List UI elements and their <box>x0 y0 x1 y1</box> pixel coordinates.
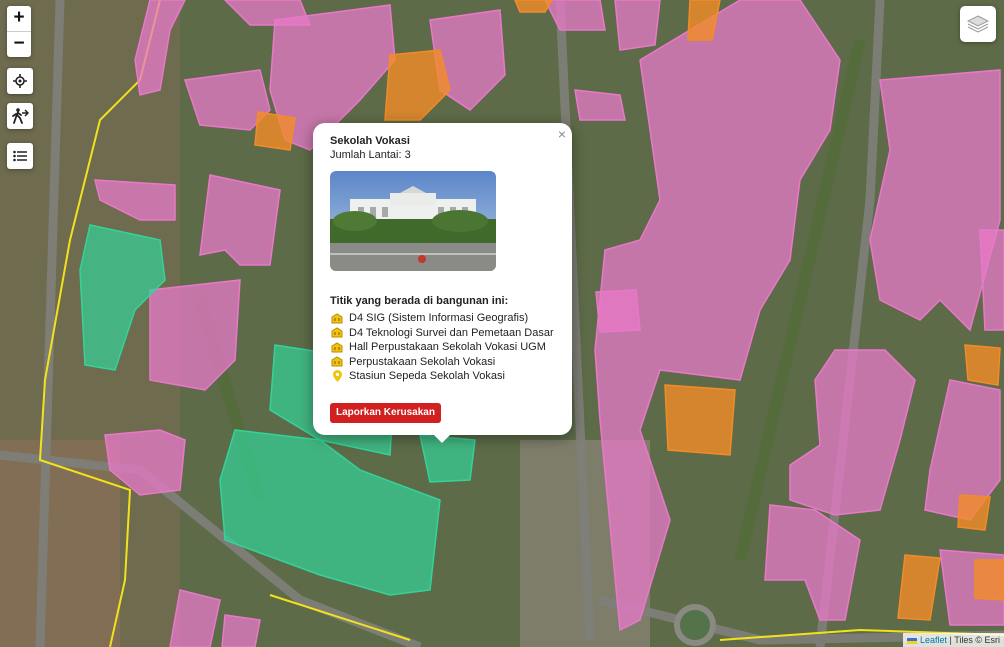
building-icon <box>330 342 344 353</box>
building-polygon[interactable] <box>221 614 261 647</box>
other-building-polygon[interactable] <box>974 559 1004 601</box>
building-polygon[interactable] <box>595 289 641 333</box>
other-building-polygon[interactable] <box>957 494 991 531</box>
point-label: Perpustakaan Sekolah Vokasi <box>349 355 496 368</box>
list-icon <box>13 150 27 162</box>
tiles-credit: | Tiles © Esri <box>949 635 1000 645</box>
other-building-polygon[interactable] <box>964 344 1001 386</box>
popup-title: Sekolah Vokasi <box>330 135 410 147</box>
building-polygon[interactable] <box>574 89 626 121</box>
points-heading: Titik yang berada di bangunan ini: <box>330 295 509 307</box>
locate-button[interactable] <box>7 68 33 94</box>
legend-button[interactable] <box>7 143 33 169</box>
pin-icon <box>330 370 344 383</box>
list-item[interactable]: Stasiun Sepeda Sekolah Vokasi <box>330 369 554 384</box>
other-building-polygon[interactable] <box>254 111 296 151</box>
walking-icon <box>12 108 29 124</box>
zoom-out-button[interactable]: − <box>7 31 31 57</box>
residential-area <box>0 440 120 647</box>
popup-close-button[interactable]: × <box>558 126 566 142</box>
list-item[interactable]: D4 Teknologi Survei dan Pemetaan Dasar <box>330 326 554 341</box>
popup-tip <box>432 433 452 443</box>
building-popup: × Sekolah Vokasi Jumlah Lantai: 3 Titik … <box>313 123 572 435</box>
flag-icon <box>907 637 918 644</box>
zoom-control: + − <box>7 6 31 57</box>
other-building-polygon[interactable] <box>514 0 553 13</box>
zoom-in-button[interactable]: + <box>7 6 31 31</box>
route-button[interactable] <box>7 103 33 129</box>
point-label: D4 SIG (Sistem Informasi Geografis) <box>349 312 529 325</box>
building-polygon[interactable] <box>869 69 1001 332</box>
list-item[interactable]: Perpustakaan Sekolah Vokasi <box>330 355 554 370</box>
building-polygon[interactable] <box>979 229 1004 331</box>
roundabout <box>674 604 716 646</box>
building-polygon[interactable] <box>614 0 661 51</box>
other-building-polygon[interactable] <box>664 384 736 456</box>
popup-floor-count: Jumlah Lantai: 3 <box>330 149 411 161</box>
list-item[interactable]: Hall Perpustakaan Sekolah Vokasi UGM <box>330 340 554 355</box>
point-label: Hall Perpustakaan Sekolah Vokasi UGM <box>349 341 546 354</box>
point-label: Stasiun Sepeda Sekolah Vokasi <box>349 370 505 383</box>
point-label: D4 Teknologi Survei dan Pemetaan Dasar <box>349 326 554 339</box>
layers-icon <box>967 15 989 33</box>
leaflet-link[interactable]: Leaflet <box>920 635 947 645</box>
building-icon <box>330 356 344 367</box>
building-icon <box>330 327 344 338</box>
layers-button[interactable] <box>960 6 996 42</box>
points-list: D4 SIG (Sistem Informasi Geografis) D4 T… <box>330 311 554 384</box>
report-damage-button[interactable]: Laporkan Kerusakan <box>330 403 441 423</box>
building-polygon[interactable] <box>199 174 281 266</box>
list-item[interactable]: D4 SIG (Sistem Informasi Geografis) <box>330 311 554 326</box>
attribution: Leaflet | Tiles © Esri <box>903 633 1004 647</box>
crosshair-icon <box>13 74 27 88</box>
building-photo <box>330 171 496 271</box>
building-icon <box>330 313 344 324</box>
